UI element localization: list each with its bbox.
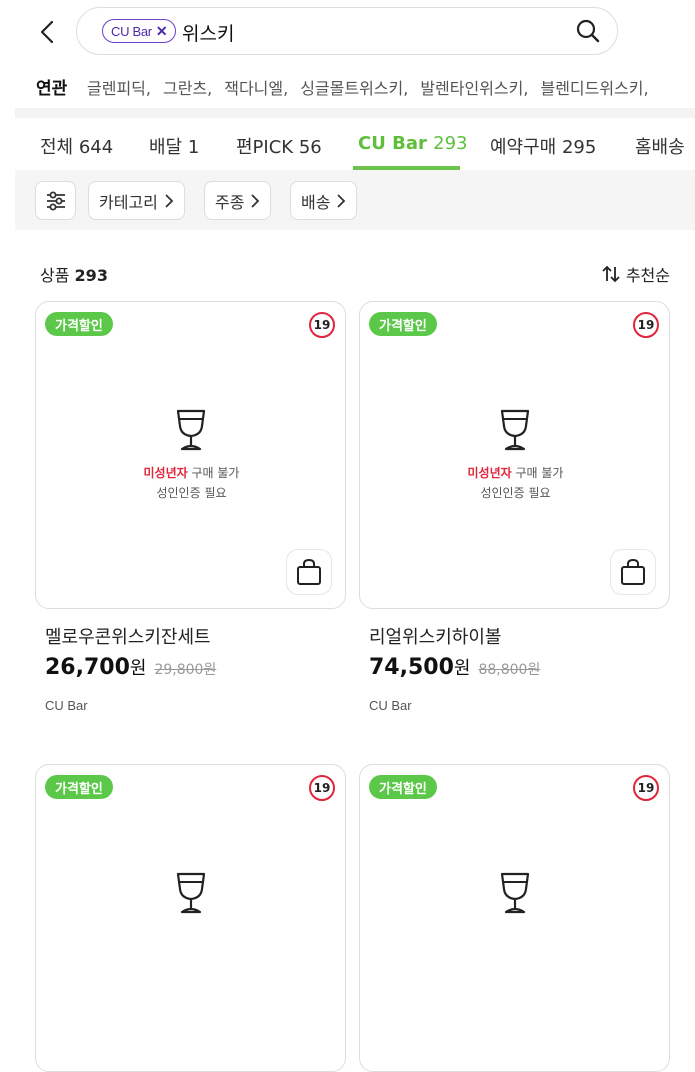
filter-bar: 카테고리 주종 배송 — [15, 170, 695, 230]
divider — [15, 108, 695, 118]
related-item[interactable]: 잭다니엘, — [224, 75, 288, 99]
filter-delivery-button[interactable]: 배송 — [290, 181, 358, 220]
original-price: 88,800원 — [478, 662, 541, 678]
tab-label: 편PICK — [236, 137, 294, 158]
tab-count: 644 — [78, 137, 114, 158]
related-item[interactable]: 글렌피딕, — [87, 75, 151, 99]
filter-label: 카테고리 — [99, 192, 158, 212]
product-name[interactable]: 리얼위스키하이볼 — [369, 623, 501, 649]
related-label: 연관 — [36, 79, 68, 99]
related-item[interactable]: 발렌타인위스키, — [420, 75, 528, 99]
price-currency: 원 — [453, 658, 471, 679]
age-19-icon: 19 — [309, 312, 335, 338]
tab-home-delivery[interactable]: 홈배송 — [635, 133, 685, 159]
header: CU Bar ✕ 위스키 — [0, 0, 695, 62]
search-icon[interactable] — [575, 18, 601, 44]
age-19-icon: 19 — [633, 312, 659, 338]
shopping-bag-icon — [621, 558, 645, 585]
discount-badge: 가격할인 — [369, 775, 437, 799]
product-count: 상품 293 — [40, 262, 108, 286]
price-currency: 원 — [129, 658, 147, 679]
filter-liquor-type-button[interactable]: 주종 — [204, 181, 272, 220]
filter-label: 주종 — [215, 192, 245, 212]
tab-label: 홈배송 — [635, 137, 685, 158]
tab-count: 295 — [561, 137, 597, 158]
sliders-icon — [46, 191, 65, 210]
chevron-right-icon — [165, 193, 174, 208]
age-19-icon: 19 — [309, 775, 335, 801]
product-image-area[interactable]: 가격할인 19 미성년자 구매 불가 성인인증 필요 — [35, 301, 346, 609]
sort-arrows-icon — [602, 265, 620, 283]
store-name: CU Bar — [45, 698, 88, 713]
wine-glass-icon — [176, 409, 206, 451]
related-item[interactable]: 그란츠, — [163, 75, 212, 99]
related-item[interactable]: 싱글몰트위스키, — [300, 75, 408, 99]
filter-label: 배송 — [301, 192, 331, 212]
add-to-cart-button[interactable] — [286, 549, 332, 595]
tab-all[interactable]: 전체 644 — [40, 133, 113, 159]
product-price: 26,700원 29,800원 — [45, 654, 216, 680]
product-image-area[interactable]: 가격할인 19 미성년자 구매 불가 성인인증 필요 — [359, 301, 670, 609]
product-name[interactable]: 멜로우콘위스키잔세트 — [45, 623, 211, 649]
warning-minor: 미성년자 — [467, 466, 512, 480]
product-price: 74,500원 88,800원 — [369, 654, 540, 680]
filter-chip-cu-bar[interactable]: CU Bar ✕ — [102, 19, 177, 43]
product-image-area[interactable]: 가격할인 19 — [35, 764, 346, 1072]
tab-reservation[interactable]: 예약구매 295 — [490, 133, 596, 159]
warning-text: 구매 불가 — [511, 466, 564, 480]
tab-label: 전체 — [40, 137, 74, 158]
tab-label: 배달 — [149, 137, 183, 158]
filter-category-button[interactable]: 카테고리 — [88, 181, 185, 220]
tab-count: 1 — [187, 137, 200, 158]
sort-label: 추천순 — [625, 266, 670, 285]
tab-cu-bar[interactable]: CU Bar 293 — [358, 133, 467, 154]
tab-count: 56 — [298, 137, 322, 158]
chevron-right-icon — [251, 193, 260, 208]
age-warning: 미성년자 구매 불가 — [360, 464, 669, 481]
add-to-cart-button[interactable] — [610, 549, 656, 595]
tab-pick[interactable]: 편PICK 56 — [236, 133, 322, 159]
search-query[interactable]: 위스키 — [182, 19, 234, 46]
product-count-value: 293 — [74, 266, 108, 285]
store-name: CU Bar — [369, 698, 412, 713]
related-list: 글렌피딕, 그란츠, 잭다니엘, 싱글몰트위스키, 발렌타인위스키, 블렌디드위… — [87, 75, 649, 99]
tab-count: 293 — [433, 133, 468, 154]
related-item[interactable]: 블렌디드위스키, — [540, 75, 648, 99]
chevron-right-icon — [337, 193, 346, 208]
product-count-label: 상품 — [40, 266, 70, 285]
discount-badge: 가격할인 — [45, 312, 113, 336]
filter-settings-button[interactable] — [35, 181, 76, 220]
price-value: 74,500 — [369, 655, 454, 680]
search-bar[interactable]: CU Bar ✕ 위스키 — [76, 7, 618, 55]
warning-text: 구매 불가 — [187, 466, 240, 480]
shopping-bag-icon — [297, 558, 321, 585]
tab-label: 예약구매 — [490, 137, 557, 158]
product-image-area[interactable]: 가격할인 19 — [359, 764, 670, 1072]
back-arrow-icon[interactable] — [36, 18, 60, 46]
age-19-icon: 19 — [633, 775, 659, 801]
discount-badge: 가격할인 — [45, 775, 113, 799]
wine-glass-icon — [500, 409, 530, 451]
tab-delivery[interactable]: 배달 1 — [149, 133, 199, 159]
tab-label: CU Bar — [358, 133, 427, 154]
age-warning: 미성년자 구매 불가 — [36, 464, 345, 481]
related-keywords: 연관 글렌피딕, 그란츠, 잭다니엘, 싱글몰트위스키, 발렌타인위스키, 블렌… — [0, 62, 695, 108]
adult-verification-notice: 성인인증 필요 — [156, 486, 227, 500]
chip-label: CU Bar — [111, 23, 152, 39]
chip-close-icon[interactable]: ✕ — [156, 23, 168, 40]
original-price: 29,800원 — [154, 662, 217, 678]
discount-badge: 가격할인 — [369, 312, 437, 336]
adult-verification-notice: 성인인증 필요 — [480, 486, 551, 500]
price-value: 26,700 — [45, 655, 130, 680]
category-tabs: 전체 644 배달 1 편PICK 56 CU Bar 293 예약구매 295… — [15, 118, 695, 171]
sort-button[interactable]: 추천순 — [602, 262, 670, 286]
warning-minor: 미성년자 — [143, 466, 188, 480]
